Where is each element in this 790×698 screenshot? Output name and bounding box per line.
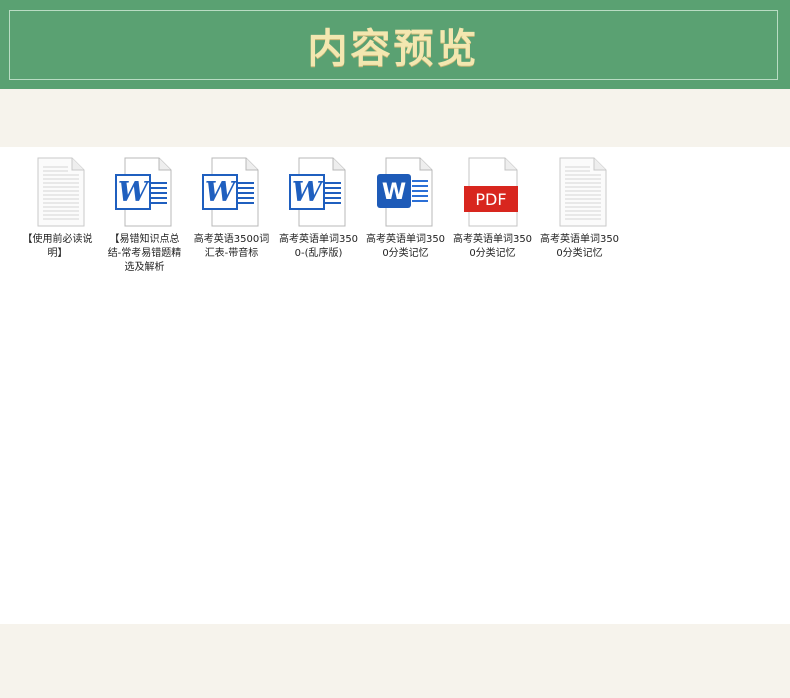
svg-text:W: W [291, 177, 324, 208]
header-banner: 内容预览 [0, 0, 790, 89]
word-document-icon: W [376, 157, 436, 227]
file-list: 【使用前必读说明】 W 【易错知识点总结-常考易错题精选及解析 W 高考英语35… [14, 157, 623, 275]
svg-text:W: W [117, 177, 150, 208]
file-item[interactable]: W 高考英语3500词汇表-带音标 [188, 157, 275, 275]
text-document-icon [550, 157, 610, 227]
header-frame: 内容预览 [9, 10, 778, 80]
text-document-icon [28, 157, 88, 227]
pdf-badge: PDF [475, 190, 506, 209]
file-item[interactable]: W 【易错知识点总结-常考易错题精选及解析 [101, 157, 188, 275]
file-name: 高考英语单词3500-(乱序版) [278, 234, 359, 259]
file-item[interactable]: 高考英语单词3500分类记忆 [536, 157, 623, 275]
pdf-document-icon: PDF [463, 157, 523, 227]
file-name: 【使用前必读说明】 [22, 234, 93, 259]
file-name: 高考英语3500词汇表-带音标 [193, 234, 270, 259]
svg-text:W: W [204, 177, 237, 208]
file-preview-panel: 【使用前必读说明】 W 【易错知识点总结-常考易错题精选及解析 W 高考英语35… [0, 147, 790, 624]
word-document-icon: W [114, 157, 175, 227]
file-name: 高考英语单词3500分类记忆 [539, 234, 620, 259]
file-name: 高考英语单词3500分类记忆 [365, 234, 446, 259]
file-item[interactable]: 【使用前必读说明】 [14, 157, 101, 275]
file-item[interactable]: W 高考英语单词3500-(乱序版) [275, 157, 362, 275]
word-document-icon: W [201, 157, 262, 227]
file-item[interactable]: W 高考英语单词3500分类记忆 [362, 157, 449, 275]
file-name: 【易错知识点总结-常考易错题精选及解析 [107, 234, 182, 273]
page-title: 内容预览 [307, 25, 480, 72]
svg-text:W: W [381, 180, 405, 205]
file-item[interactable]: PDF 高考英语单词3500分类记忆 [449, 157, 536, 275]
file-name: 高考英语单词3500分类记忆 [452, 234, 533, 259]
word-document-icon: W [288, 157, 349, 227]
